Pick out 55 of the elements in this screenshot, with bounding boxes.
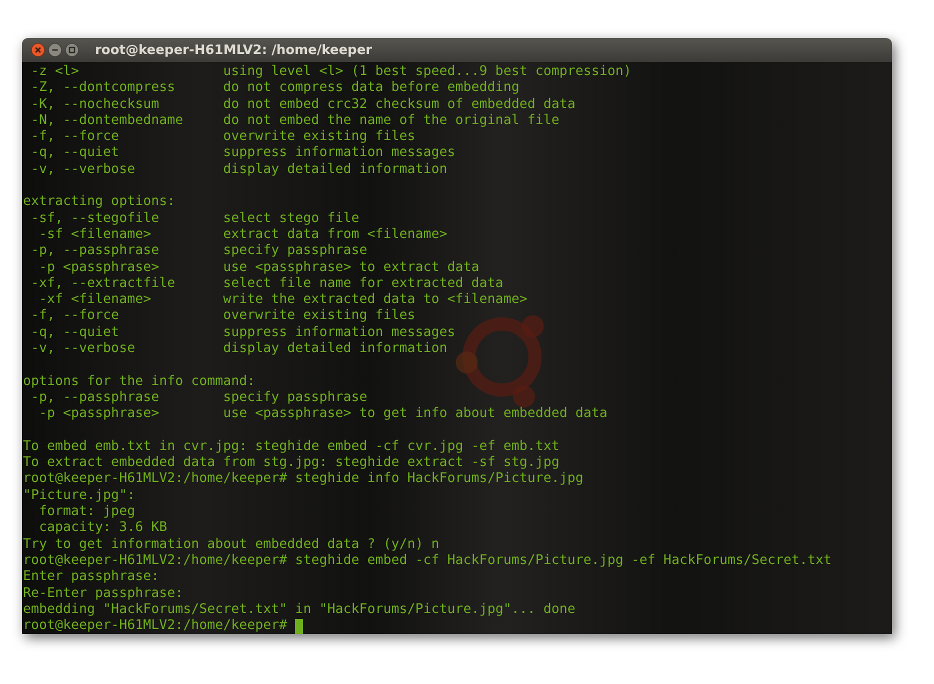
option-name: -v, --verbose (30, 162, 136, 177)
output-line: options for the info command: (23, 374, 256, 390)
option-name: -q, --quiet (30, 145, 120, 160)
option-name: -xf, --extractfile (30, 276, 176, 291)
option-description: specify passphrase (223, 390, 368, 406)
option-name: -z <l> (30, 64, 80, 79)
option-name: -xf <filename> (38, 292, 152, 308)
output-line: "Picture.jpg": (23, 488, 136, 504)
option-description: do not embed the name of the original file (223, 112, 560, 130)
output-line: Enter passphrase: (23, 569, 160, 586)
close-icon[interactable] (31, 43, 45, 57)
output-line: To embed emb.txt in cvr.jpg: steghide embed -cf cvr.jpg -ef emb.txt (23, 438, 560, 456)
option-description: suppress information messages (223, 145, 456, 162)
output-line: extracting options: (23, 194, 176, 211)
option-description: select file name for extracted data (223, 276, 504, 292)
output-line: capacity: 3.6 KB (38, 520, 168, 537)
option-description: specify passphrase (223, 243, 368, 260)
option-name: -sf, --stegofile (30, 210, 160, 226)
option-description: display detailed information (223, 162, 448, 178)
option-name: -K, --nochecksum (30, 96, 160, 112)
option-name: -q, --quiet (30, 324, 120, 340)
minimize-icon[interactable] (48, 43, 62, 57)
option-description: do not compress data before embedding (223, 80, 520, 97)
output-line: root@keeper-H61MLV2:/home/keeper# steghide embed -cf HackForums/Picture.jpg -ef HackForums/Secret.txt (23, 552, 832, 570)
option-description: extract data from <filename> (223, 226, 448, 244)
option-description: use <passphrase> to extract data (223, 260, 480, 276)
option-name: -N, --dontembedname (30, 112, 184, 128)
output-line: To extract embedded data from stg.jpg: steghide extract -sf stg.jpg (23, 455, 560, 472)
output-line: Try to get information about embedded data ? (y/n) n (23, 536, 440, 553)
output-line: root@keeper-H61MLV2:/home/keeper# steghide info HackForums/Picture.jpg (23, 471, 584, 488)
output-line: Re-Enter passphrase: (23, 586, 184, 602)
option-description: overwrite existing files (223, 308, 416, 325)
option-description: select stego file (223, 210, 360, 227)
window-title: root@keeper-H61MLV2: /home/keeper (95, 42, 372, 58)
option-description: using level <l> (1 best speed...9 best compression) (223, 64, 632, 80)
option-description: display detailed information (223, 341, 448, 358)
option-name: -p <passphrase> (38, 406, 160, 422)
output-line: embedding "HackForums/Secret.txt" in "HackForums/Picture.jpg"... done (23, 602, 576, 618)
output-line: format: jpeg (38, 504, 136, 520)
maximize-icon[interactable] (65, 43, 79, 57)
option-name: -Z, --dontcompress (30, 80, 176, 96)
option-description: use <passphrase> to get info about embedded data (223, 406, 608, 423)
option-description: overwrite existing files (223, 129, 416, 146)
option-name: -sf <filename> (38, 226, 152, 242)
option-description: do not embed crc32 checksum of embedded data (223, 96, 576, 113)
option-description: write the extracted data to <filename> (223, 292, 528, 308)
option-name: -p <passphrase> (38, 260, 160, 275)
option-name: -f, --force (30, 308, 120, 324)
option-name: -f, --force (30, 129, 120, 144)
option-name: -v, --verbose (30, 341, 136, 356)
shell-prompt: root@keeper-H61MLV2:/home/keeper# (23, 618, 288, 634)
option-description: suppress information messages (223, 324, 456, 342)
text-cursor (295, 618, 304, 634)
option-name: -p, --passphrase (30, 243, 160, 258)
option-name: -p, --passphrase (30, 390, 160, 405)
